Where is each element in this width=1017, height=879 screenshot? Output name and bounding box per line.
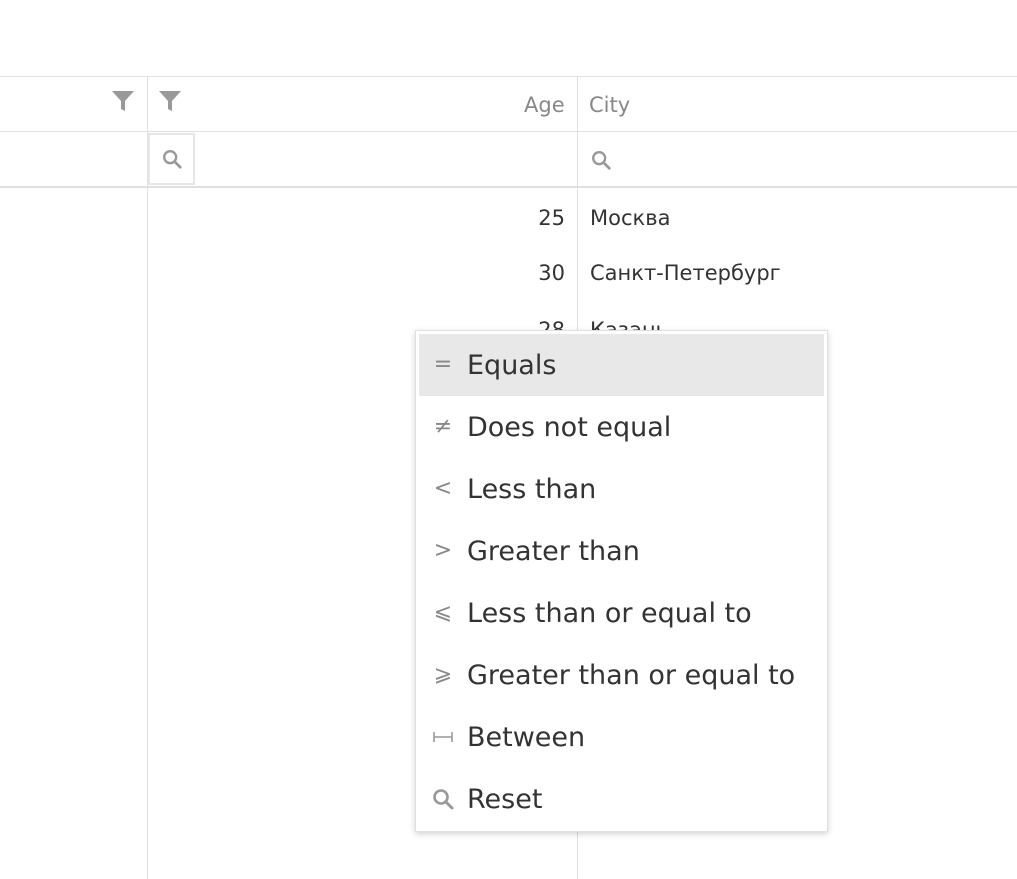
less-equal-icon: ⩽ [433,600,453,625]
greater-equal-icon: ⩾ [433,662,453,687]
column-header-prev[interactable] [0,77,147,131]
menu-item-greater-than[interactable]: > Greater than [419,520,824,582]
search-icon [163,150,182,169]
age-filter-operation-button[interactable] [148,133,195,185]
table-row[interactable]: 28 Казань [440,306,770,330]
menu-item-reset[interactable]: Reset [419,768,824,830]
city-filter-cell[interactable] [578,133,1017,185]
data-grid: Age City 25 Москва 30 Санкт-Петербург 28… [0,0,1017,879]
menu-item-between[interactable]: Between [419,706,824,768]
between-icon-shape [433,732,453,742]
filter-icon[interactable] [111,89,135,113]
menu-item-label: Greater than or equal to [467,659,796,691]
column-header-age-label: Age [524,93,565,117]
age-cell: 30 [538,261,565,285]
search-icon[interactable] [590,149,612,171]
search-icon [419,787,467,811]
menu-item-greater-than-or-equal[interactable]: ⩾ Greater than or equal to [419,644,824,706]
menu-item-equals[interactable]: = Equals [419,334,824,396]
column-header-city-label: City [589,93,631,117]
column-divider-1 [147,77,148,879]
age-cell: 28 [538,318,565,330]
city-cell: Москва [590,206,671,230]
menu-item-less-than-or-equal[interactable]: ⩽ Less than or equal to [419,582,824,644]
menu-item-does-not-equal[interactable]: ≠ Does not equal [419,396,824,458]
filter-operation-menu: = Equals ≠ Does not equal < Less than > … [415,330,828,832]
menu-item-label: Between [467,721,586,753]
reset-search-icon [433,789,454,810]
filter-icon[interactable] [158,89,182,113]
less-than-icon: < [433,476,453,501]
menu-item-label: Does not equal [467,411,672,443]
age-filter-input[interactable] [196,133,576,185]
menu-item-label: Less than or equal to [467,597,752,629]
city-cell: Казань [590,318,668,330]
column-header-city[interactable] [578,77,1017,131]
menu-item-less-than[interactable]: < Less than [419,458,824,520]
city-cell: Санкт-Петербург [590,261,781,285]
equals-icon: = [433,352,453,377]
menu-item-label: Reset [467,783,543,815]
header-bottom-border [0,131,1017,132]
not-equal-icon: ≠ [433,414,453,439]
column-header-age[interactable] [148,77,577,131]
between-icon [419,730,467,744]
age-cell: 25 [538,206,565,230]
menu-item-label: Less than [467,473,597,505]
menu-item-label: Greater than [467,535,640,567]
greater-than-icon: > [433,538,453,563]
filter-row-bottom-border [0,186,1017,188]
menu-item-label: Equals [467,349,557,381]
